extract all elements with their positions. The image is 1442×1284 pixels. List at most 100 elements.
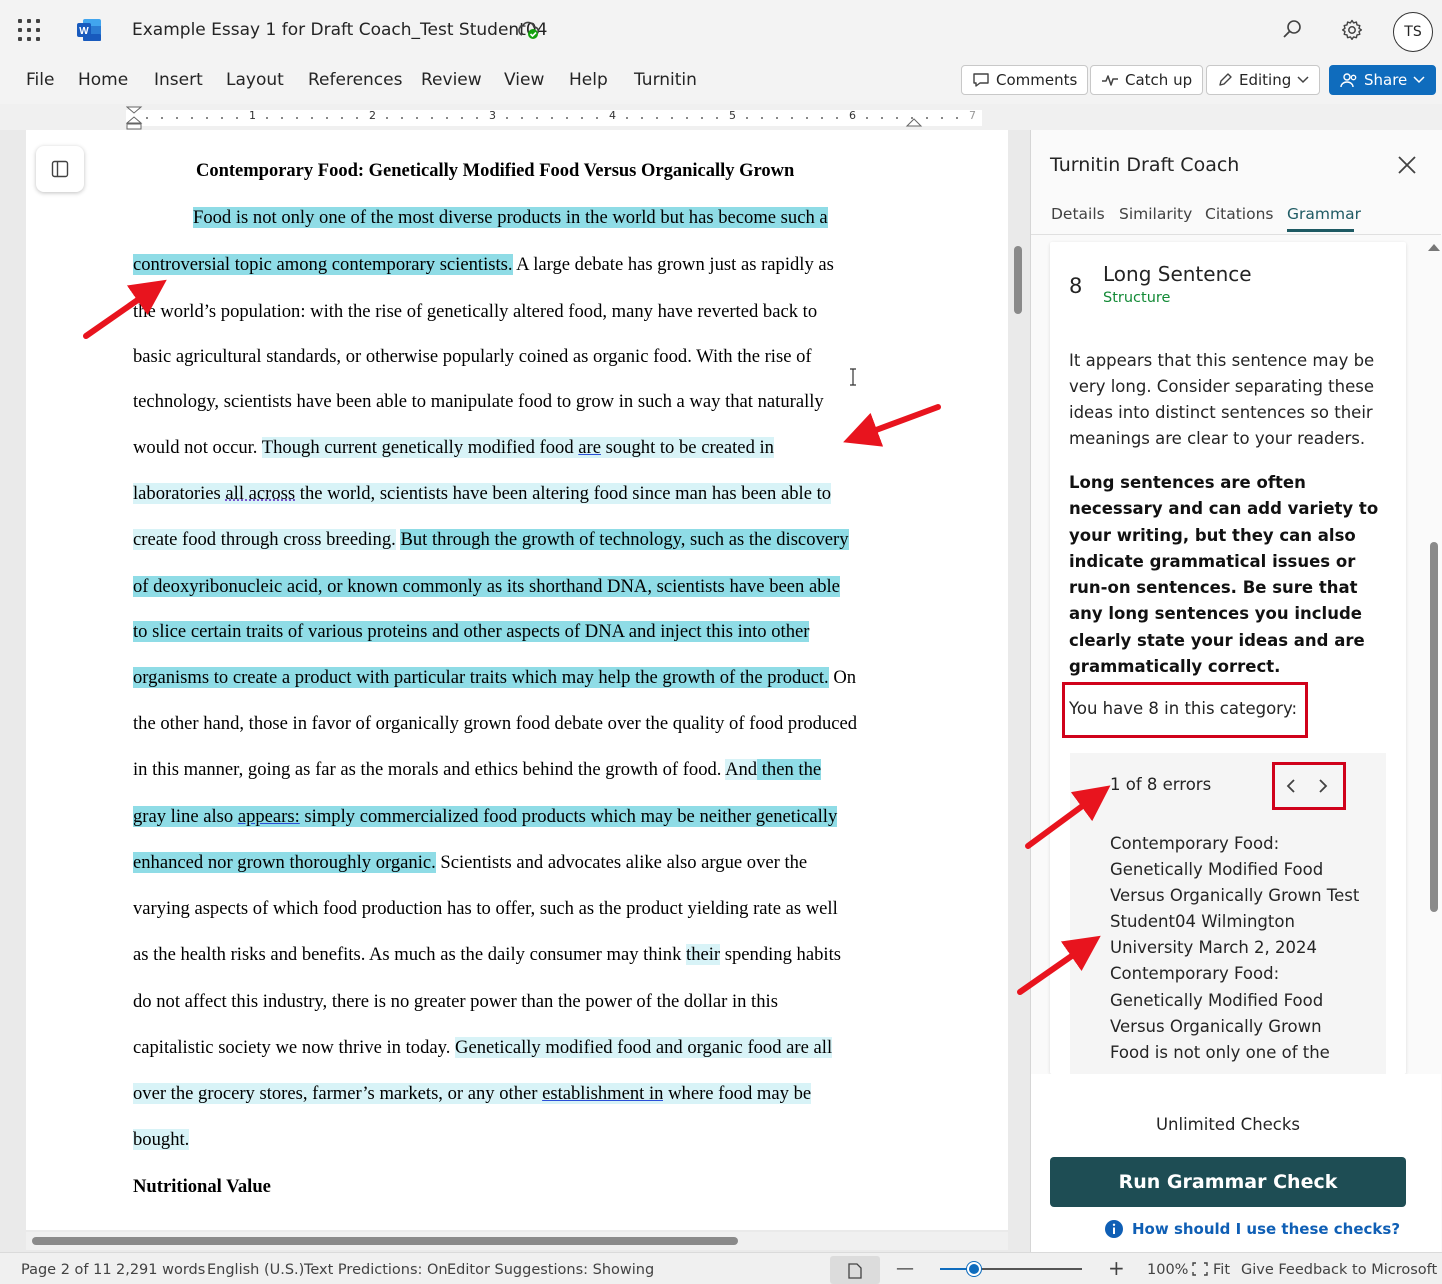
catch-up-button[interactable]: Catch up xyxy=(1090,65,1204,95)
essay-line[interactable]: do not affect this industry, there is no… xyxy=(133,991,778,1013)
highlighted-text: Genetically modified food and organic fo… xyxy=(455,1037,833,1058)
editing-mode-button[interactable]: Editing xyxy=(1206,65,1321,95)
document-horizontal-scrollbar[interactable] xyxy=(32,1237,738,1245)
essay-line[interactable]: enhanced nor grown thoroughly organic. S… xyxy=(133,852,807,874)
text-cursor-icon xyxy=(850,368,856,386)
word-count[interactable]: 2,291 words xyxy=(116,1262,205,1278)
menu-view[interactable]: View xyxy=(504,70,544,90)
text-run: A large debate has grown just as rapidly… xyxy=(512,254,834,275)
search-icon[interactable] xyxy=(1280,18,1304,42)
document-title[interactable]: Example Essay 1 for Draft Coach_Test Stu… xyxy=(132,20,548,40)
highlighted-text: the world, scientists have been altering… xyxy=(295,483,832,504)
menu-references[interactable]: References xyxy=(308,70,402,90)
highlighted-text: over the grocery stores, farmer’s market… xyxy=(133,1083,543,1104)
annotation-box xyxy=(1272,762,1346,810)
print-layout-button[interactable] xyxy=(830,1256,880,1284)
essay-line[interactable]: would not occur. Though current genetica… xyxy=(133,437,774,459)
menu-help[interactable]: Help xyxy=(569,70,608,90)
ruler-tick xyxy=(506,117,508,119)
essay-line[interactable]: organisms to create a product with parti… xyxy=(133,667,856,689)
comments-button[interactable]: Comments xyxy=(961,65,1089,95)
ruler-tick xyxy=(566,117,568,119)
tab-citations[interactable]: Citations xyxy=(1205,205,1273,223)
essay-line[interactable]: technology, scientists have been able to… xyxy=(133,391,824,413)
essay-line[interactable]: the other hand, those in favor of organi… xyxy=(133,713,857,735)
ribbon: File Home Insert Layout References Revie… xyxy=(0,60,1442,104)
zoom-in-button[interactable]: + xyxy=(1108,1256,1125,1280)
avatar[interactable]: TS xyxy=(1393,12,1433,52)
menu-home[interactable]: Home xyxy=(78,70,128,90)
essay-line[interactable]: laboratories all across the world, scien… xyxy=(133,483,832,505)
panel-title: Turnitin Draft Coach xyxy=(1050,154,1240,176)
highlighted-text: all across xyxy=(225,483,296,504)
help-link-row[interactable]: How should I use these checks? xyxy=(1104,1219,1400,1239)
essay-line[interactable]: of deoxyribonucleic acid, or known commo… xyxy=(133,576,840,598)
close-icon[interactable] xyxy=(1396,154,1418,176)
menu-file[interactable]: File xyxy=(26,70,54,90)
essay-line[interactable]: in this manner, going as far as the mora… xyxy=(133,759,822,781)
share-button[interactable]: Share xyxy=(1329,65,1437,95)
essay-line[interactable]: basic agricultural standards, or otherwi… xyxy=(133,346,812,368)
essay-line[interactable]: the world’s population: with the rise of… xyxy=(133,301,817,323)
indent-marker-icon[interactable] xyxy=(126,106,144,130)
essay-line[interactable]: capitalistic society we now thrive in to… xyxy=(133,1037,833,1059)
help-link[interactable]: How should I use these checks? xyxy=(1132,1220,1400,1238)
panel-scrollbar[interactable] xyxy=(1430,542,1438,912)
text-predictions-status[interactable]: Text Predictions: On xyxy=(304,1262,448,1278)
language-indicator[interactable]: English (U.S.) xyxy=(207,1262,304,1278)
ruler-tick xyxy=(401,117,403,119)
menu-layout[interactable]: Layout xyxy=(226,70,284,90)
navigation-pane-button[interactable] xyxy=(36,146,84,192)
page-count[interactable]: Page 2 of 11 xyxy=(21,1262,112,1278)
essay-line[interactable]: varying aspects of which food production… xyxy=(133,898,838,920)
document-vertical-scrollbar[interactable] xyxy=(1014,246,1022,314)
gear-icon[interactable] xyxy=(1340,18,1364,42)
essay-line[interactable]: controversial topic among contemporary s… xyxy=(133,254,834,276)
essay-line[interactable]: Food is not only one of the most diverse… xyxy=(193,207,828,229)
zoom-out-button[interactable]: — xyxy=(896,1258,914,1279)
error-excerpt[interactable]: Contemporary Food: Genetically Modified … xyxy=(1110,831,1360,1067)
feedback-link[interactable]: Give Feedback to Microsoft xyxy=(1241,1262,1437,1278)
ruler-tick xyxy=(701,117,703,119)
text-run: basic agricultural standards, or otherwi… xyxy=(133,346,812,367)
menu-turnitin[interactable]: Turnitin xyxy=(634,70,697,90)
essay-line[interactable]: gray line also appears: simply commercia… xyxy=(133,806,838,828)
fit-button[interactable]: Fit xyxy=(1213,1262,1230,1278)
editor-suggestions-status[interactable]: Editor Suggestions: Showing xyxy=(447,1262,654,1278)
unlimited-checks-label: Unlimited Checks xyxy=(1155,1115,1301,1134)
ruler-number: 1 xyxy=(249,109,256,122)
panel-scroll-up-icon[interactable] xyxy=(1428,244,1440,251)
zoom-slider-thumb[interactable] xyxy=(967,1262,982,1276)
tab-details[interactable]: Details xyxy=(1051,205,1105,223)
highlighted-text: establishment in xyxy=(542,1083,664,1104)
error-category: Structure xyxy=(1103,290,1171,306)
essay-line[interactable]: bought. xyxy=(133,1129,190,1151)
essay-line[interactable]: create food through cross breeding. But … xyxy=(133,529,849,551)
svg-text:W: W xyxy=(79,26,89,37)
essay-line[interactable]: over the grocery stores, farmer’s market… xyxy=(133,1083,812,1105)
right-indent-marker-icon[interactable] xyxy=(905,112,923,128)
tab-grammar[interactable]: Grammar xyxy=(1287,205,1361,223)
section-heading[interactable]: Nutritional Value xyxy=(133,1176,271,1198)
highlighted-text: Though current genetically modified food xyxy=(261,437,579,458)
highlighted-text: bought. xyxy=(133,1129,190,1150)
ruler-tick xyxy=(911,117,913,119)
essay-line[interactable]: to slice certain traits of various prote… xyxy=(133,621,810,643)
ruler[interactable]: 1 2 3 4 5 6 7 xyxy=(0,104,1030,130)
ruler-tick xyxy=(641,117,643,119)
app-launcher-icon[interactable] xyxy=(18,19,40,41)
highlighted-text: controversial topic among contemporary s… xyxy=(133,254,513,275)
menu-review[interactable]: Review xyxy=(421,70,482,90)
tab-similarity[interactable]: Similarity xyxy=(1119,205,1192,223)
menu-insert[interactable]: Insert xyxy=(154,70,203,90)
error-description: It appears that this sentence may be ver… xyxy=(1069,351,1375,448)
ruler-number: 2 xyxy=(369,109,376,122)
essay-line[interactable]: as the health risks and benefits. As muc… xyxy=(133,944,841,966)
ruler-tick xyxy=(476,117,478,119)
ruler-tick xyxy=(836,117,838,119)
essay-title[interactable]: Contemporary Food: Genetically Modified … xyxy=(196,161,794,182)
text-run: the other hand, those in favor of organi… xyxy=(133,713,858,734)
run-grammar-check-button[interactable]: Run Grammar Check xyxy=(1050,1157,1406,1207)
cloud-saved-icon[interactable] xyxy=(516,20,540,40)
zoom-level[interactable]: 100% xyxy=(1147,1262,1188,1278)
